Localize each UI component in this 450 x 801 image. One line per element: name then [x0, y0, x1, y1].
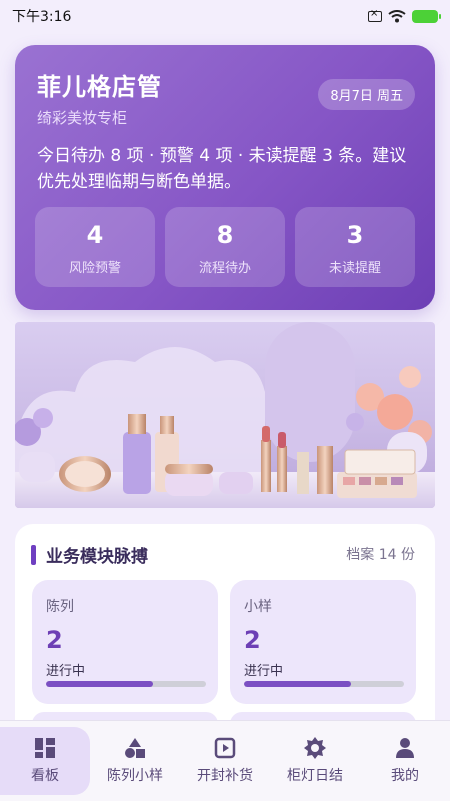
notification-box-icon: [368, 8, 382, 22]
business-modules-section: 业务模块脉搏 档案 14 份 陈列 2 进行中 小样 2 进行中: [15, 524, 435, 724]
module-card-display[interactable]: 陈列 2 进行中: [32, 580, 218, 704]
module-progress-bar: [244, 681, 404, 687]
status-time: 下午3:16: [12, 9, 72, 25]
date-chip: 8月7日 周五: [318, 79, 415, 110]
nav-label: 开封补货: [197, 768, 253, 784]
daily-summary: 今日待办 8 项 · 预警 4 项 · 未读提醒 3 条。建议优先处理临期与断色…: [37, 146, 407, 192]
gear-icon: [304, 737, 326, 759]
stat-value: 3: [346, 221, 364, 249]
stat-value: 4: [86, 221, 104, 249]
nav-item-profile[interactable]: 我的: [360, 721, 450, 801]
cosmetics-banner-image: [15, 322, 435, 508]
nav-item-display-samples[interactable]: 陈列小样: [90, 721, 180, 801]
module-name: 小样: [244, 599, 272, 615]
stat-unread-reminders[interactable]: 3 未读提醒: [295, 207, 415, 287]
module-value: 2: [244, 626, 261, 654]
dashboard-grid-icon: [35, 738, 55, 758]
status-bar: 下午3:16: [0, 0, 450, 32]
store-title: 菲儿格店管: [37, 73, 162, 101]
stats-row: 4 风险预警 8 流程待办 3 未读提醒: [35, 207, 415, 287]
archive-count: 档案 14 份: [346, 547, 415, 563]
shapes-icon: [125, 738, 145, 758]
stat-value: 8: [216, 221, 234, 249]
person-icon: [396, 738, 414, 758]
stat-risk-alerts[interactable]: 4 风险预警: [35, 207, 155, 287]
wifi-icon: [388, 9, 406, 22]
battery-charging-icon: [412, 9, 441, 23]
module-status: 进行中: [244, 664, 284, 679]
stat-label: 风险预警: [68, 261, 121, 276]
summary-card: 菲儿格店管 绮彩美妆专柜 8月7日 周五 今日待办 8 项 · 预警 4 项 ·…: [15, 45, 435, 310]
stat-label: 未读提醒: [328, 261, 381, 276]
cosmetics-illustration: [15, 322, 435, 508]
stat-workflow-todos[interactable]: 8 流程待办: [165, 207, 285, 287]
play-box-icon: [214, 737, 236, 759]
nav-item-dashboard[interactable]: 看板: [0, 727, 90, 795]
bottom-navigation: 看板 陈列小样 开封补货 柜灯日结 我的: [0, 720, 450, 801]
module-value: 2: [46, 626, 63, 654]
progress-fill: [244, 681, 352, 687]
section-accent-bar: [31, 544, 36, 565]
nav-label: 陈列小样: [107, 768, 163, 784]
progress-fill: [46, 681, 154, 687]
nav-label: 柜灯日结: [287, 768, 343, 784]
nav-item-open-restock[interactable]: 开封补货: [180, 721, 270, 801]
module-progress-bar: [46, 681, 206, 687]
status-icons: [368, 8, 441, 23]
nav-label: 看板: [31, 768, 59, 784]
nav-label: 我的: [391, 768, 419, 784]
module-name: 陈列: [46, 599, 74, 615]
module-status: 进行中: [46, 664, 86, 679]
section-header: 业务模块脉搏: [31, 542, 148, 567]
stat-label: 流程待办: [198, 261, 251, 276]
section-title: 业务模块脉搏: [46, 547, 148, 567]
module-card-samples[interactable]: 小样 2 进行中: [230, 580, 416, 704]
nav-item-daily-settlement[interactable]: 柜灯日结: [270, 721, 360, 801]
store-subtitle: 绮彩美妆专柜: [37, 109, 128, 127]
